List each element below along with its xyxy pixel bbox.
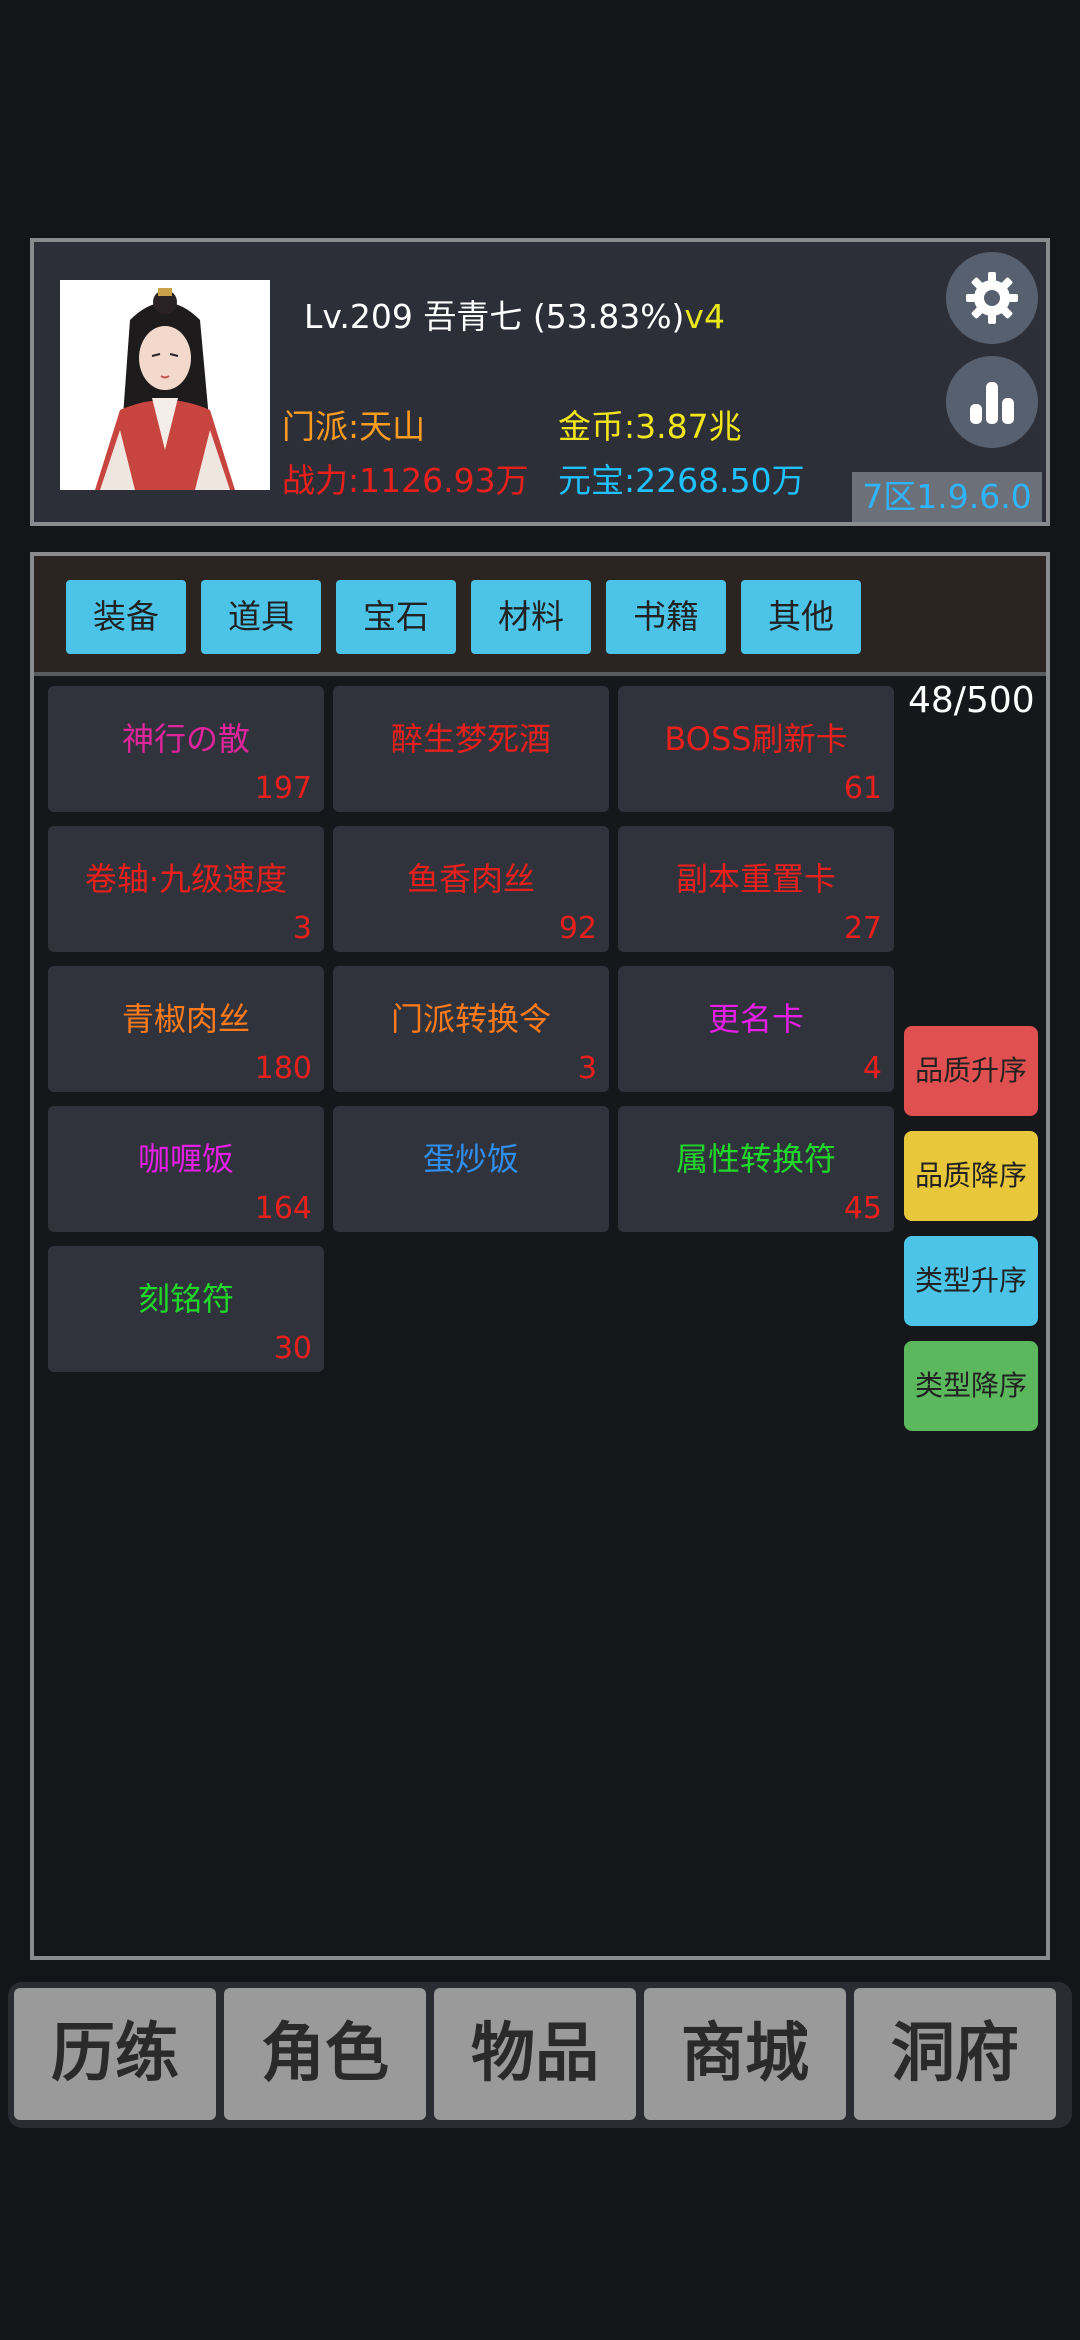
item-quantity: 27	[843, 911, 882, 946]
nav-cave[interactable]: 洞府	[854, 1988, 1056, 2120]
player-title: Lv.209 吾青七 (53.83%)v4	[304, 290, 725, 338]
inventory-count: 48/500	[908, 680, 1035, 721]
stats-button[interactable]	[946, 356, 1038, 448]
item-name: 属性转换符	[675, 1140, 836, 1178]
item-name: 门派转换令	[390, 1000, 551, 1038]
avatar-portrait-icon	[60, 280, 270, 490]
item-slot[interactable]: 副本重置卡 27	[618, 826, 894, 952]
tab-equipment[interactable]: 装备	[66, 580, 186, 654]
item-name: 蛋炒饭	[422, 1140, 519, 1178]
category-tabs: 装备 道具 宝石 材料 书籍 其他	[34, 556, 1046, 676]
item-slot[interactable]: 属性转换符 45	[618, 1106, 894, 1232]
item-quantity: 197	[254, 771, 312, 806]
server-version-badge: 7区1.9.6.0	[852, 472, 1042, 522]
item-slot[interactable]: 鱼香肉丝 92	[333, 826, 609, 952]
player-header: Lv.209 吾青七 (53.83%)v4 门派:天山 金币:3.87兆 战力:…	[30, 238, 1050, 526]
sort-type-desc-button[interactable]: 类型降序	[904, 1341, 1038, 1431]
item-slot[interactable]: 卷轴·九级速度 3	[48, 826, 324, 952]
item-name: 卷轴·九级速度	[84, 860, 288, 898]
item-name: 咖喱饭	[137, 1140, 234, 1178]
item-quantity: 180	[254, 1051, 312, 1086]
nav-character[interactable]: 角色	[224, 1988, 426, 2120]
bottom-nav: 历练 角色 物品 商城 洞府	[8, 1982, 1072, 2128]
item-name: 更名卡	[707, 1000, 804, 1038]
item-slot[interactable]: 蛋炒饭	[333, 1106, 609, 1232]
item-quantity: 30	[273, 1331, 312, 1366]
yuanbao-label: 元宝:2268.50万	[558, 461, 805, 500]
item-quantity: 3	[577, 1051, 597, 1086]
game-screen: Lv.209 吾青七 (53.83%)v4 门派:天山 金币:3.87兆 战力:…	[0, 0, 1080, 2340]
tab-other[interactable]: 其他	[741, 580, 861, 654]
nav-training[interactable]: 历练	[14, 1988, 216, 2120]
item-slot[interactable]: 神行の散 197	[48, 686, 324, 812]
power-label: 战力:1126.93万	[282, 461, 529, 500]
sect-label: 门派:天山	[282, 407, 426, 446]
tab-materials[interactable]: 材料	[471, 580, 591, 654]
item-quantity: 3	[292, 911, 312, 946]
tab-props[interactable]: 道具	[201, 580, 321, 654]
item-quantity: 4	[862, 1051, 882, 1086]
item-slot[interactable]: BOSS刷新卡 61	[618, 686, 894, 812]
gold-label: 金币:3.87兆	[558, 407, 742, 446]
item-name: 青椒肉丝	[121, 1000, 250, 1038]
nav-items[interactable]: 物品	[434, 1988, 636, 2120]
item-name: 鱼香肉丝	[406, 860, 535, 898]
item-slot[interactable]: 醉生梦死酒	[333, 686, 609, 812]
item-slot[interactable]: 门派转换令 3	[333, 966, 609, 1092]
sort-quality-asc-button[interactable]: 品质升序	[904, 1026, 1038, 1116]
sort-type-asc-button[interactable]: 类型升序	[904, 1236, 1038, 1326]
item-name: 醉生梦死酒	[390, 720, 551, 758]
inventory-panel: 装备 道具 宝石 材料 书籍 其他 48/500 神行の散 197 醉生梦死酒 BOS…	[30, 552, 1050, 1960]
sort-quality-desc-button[interactable]: 品质降序	[904, 1131, 1038, 1221]
player-level: Lv.209	[304, 297, 413, 336]
item-slot[interactable]: 咖喱饭 164	[48, 1106, 324, 1232]
item-quantity: 61	[843, 771, 882, 806]
item-slot[interactable]: 更名卡 4	[618, 966, 894, 1092]
item-quantity: 92	[558, 911, 597, 946]
item-name: 神行の散	[121, 720, 250, 758]
vip-level: v4	[684, 297, 725, 336]
settings-button[interactable]	[946, 252, 1038, 344]
tab-gems[interactable]: 宝石	[336, 580, 456, 654]
item-name: 刻铭符	[137, 1280, 234, 1318]
bar-chart-icon	[970, 382, 1014, 424]
item-name: BOSS刷新卡	[664, 720, 848, 758]
item-quantity: 45	[843, 1191, 882, 1226]
item-slot[interactable]: 青椒肉丝 180	[48, 966, 324, 1092]
tab-books[interactable]: 书籍	[606, 580, 726, 654]
player-avatar[interactable]	[60, 280, 270, 490]
player-name: 吾青七	[423, 297, 523, 336]
player-progress: (53.83%)	[532, 297, 685, 336]
gear-icon	[966, 272, 1018, 324]
item-quantity: 164	[254, 1191, 312, 1226]
nav-shop[interactable]: 商城	[644, 1988, 846, 2120]
item-name: 副本重置卡	[675, 860, 836, 898]
item-slot[interactable]: 刻铭符 30	[48, 1246, 324, 1372]
